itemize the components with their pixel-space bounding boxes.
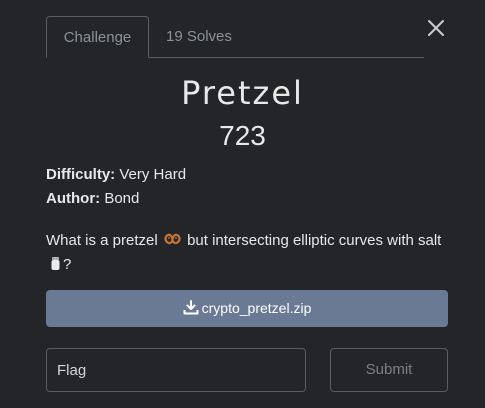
author-value: Bond <box>104 190 140 207</box>
download-file-button[interactable]: crypto_pretzel.zip <box>46 290 448 327</box>
download-filename: crypto_pretzel.zip <box>201 300 312 316</box>
challenge-description: What is a pretzel but intersecting ellip… <box>46 229 446 277</box>
submit-button[interactable]: Submit <box>330 348 448 392</box>
author-label: Author: <box>46 190 101 207</box>
author-row: Author: Bond <box>46 190 139 207</box>
tab-solves[interactable]: 19 Solves <box>166 16 232 58</box>
flag-input[interactable] <box>46 348 306 392</box>
pretzel-emoji-icon <box>164 231 181 245</box>
description-text-1: What is a pretzel <box>46 232 158 249</box>
salt-emoji-icon <box>50 255 61 270</box>
close-button[interactable] <box>424 16 448 40</box>
difficulty-row: Difficulty: Very Hard <box>46 166 186 183</box>
difficulty-label: Difficulty: <box>46 166 116 183</box>
difficulty-value: Very Hard <box>119 166 187 183</box>
tab-challenge[interactable]: Challenge <box>46 16 149 58</box>
challenge-points: 723 <box>219 120 266 151</box>
download-icon <box>183 300 199 315</box>
challenge-modal: Challenge 19 Solves Pretzel 723 Difficul… <box>0 0 485 408</box>
tab-bar: Challenge 19 Solves <box>46 16 424 58</box>
challenge-title: Pretzel <box>181 74 304 112</box>
description-text-3: ? <box>63 256 72 273</box>
close-icon <box>428 20 444 36</box>
description-text-2: but intersecting elliptic curves with sa… <box>187 232 442 249</box>
